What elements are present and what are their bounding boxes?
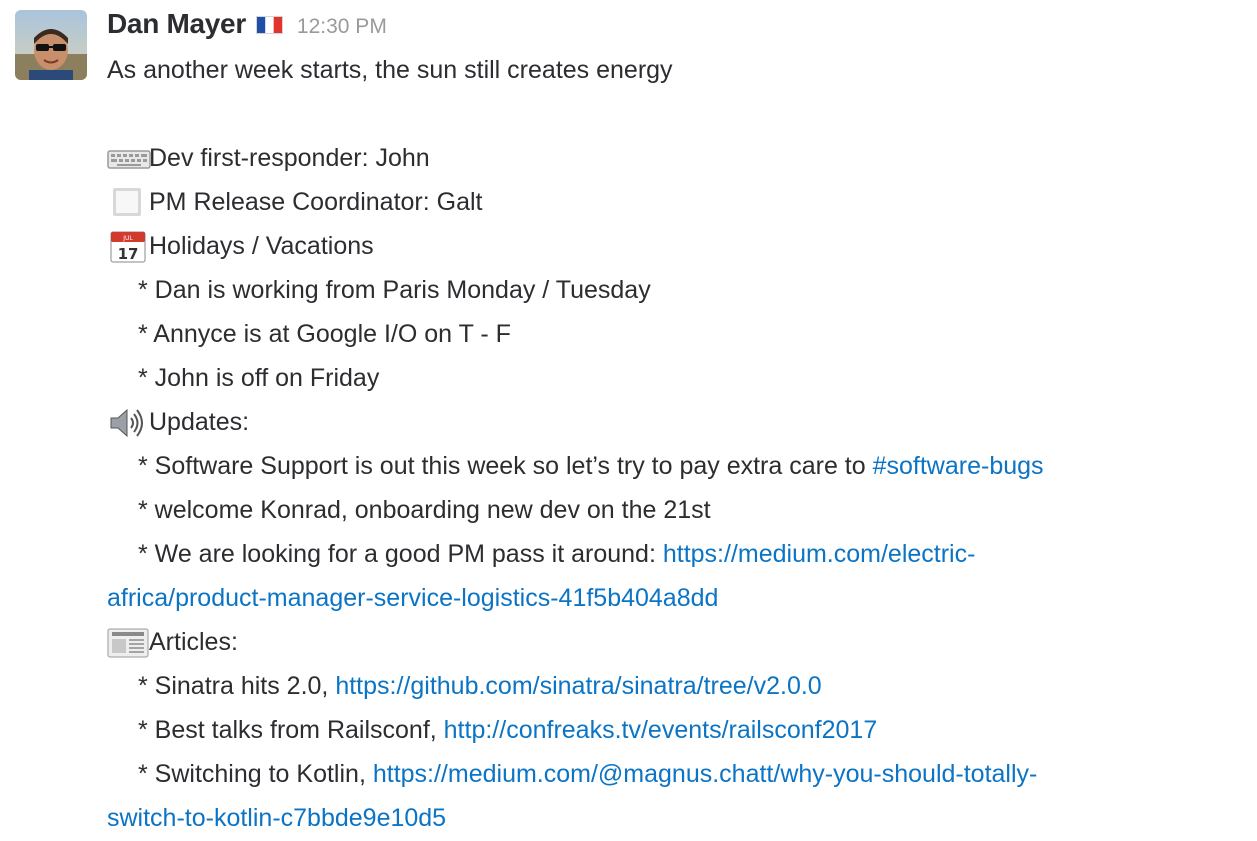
article-item-cont: switch-to-kotlin-c7bbde9e10d5 bbox=[107, 796, 1247, 840]
holiday-item: * Dan is working from Paris Monday / Tue… bbox=[107, 268, 1247, 312]
svg-text:17: 17 bbox=[118, 245, 139, 263]
calendar-icon: JUL 17 bbox=[107, 231, 149, 263]
white-square-icon bbox=[107, 187, 149, 217]
article-item: * Best talks from Railsconf, http://conf… bbox=[107, 708, 1247, 752]
holiday-item: * John is off on Friday bbox=[107, 356, 1247, 400]
timestamp[interactable]: 12:30 PM bbox=[297, 15, 387, 39]
holiday-item-text: * Annyce is at Google I/O on T - F bbox=[138, 320, 511, 348]
message-body: As another week starts, the sun still cr… bbox=[107, 48, 1247, 840]
flag-france-icon bbox=[255, 16, 283, 34]
kotlin-link-cont[interactable]: switch-to-kotlin-c7bbde9e10d5 bbox=[107, 796, 446, 840]
keyboard-icon bbox=[107, 143, 151, 173]
holidays-line: JUL 17 Holidays / Vacations bbox=[107, 224, 1247, 268]
kotlin-link[interactable]: https://medium.com/@magnus.chatt/why-you… bbox=[373, 752, 1038, 796]
railsconf-link[interactable]: http://confreaks.tv/events/railsconf2017 bbox=[444, 708, 878, 752]
pm-hiring-text: * We are looking for a good PM pass it a… bbox=[138, 540, 663, 568]
updates-line: Updates: bbox=[107, 400, 1247, 444]
article-text: * Switching to Kotlin, bbox=[138, 760, 373, 788]
holidays-text: Holidays / Vacations bbox=[149, 232, 374, 260]
sender-name[interactable]: Dan Mayer bbox=[107, 8, 246, 40]
intro-line: As another week starts, the sun still cr… bbox=[107, 48, 1247, 92]
pm-hiring-line-cont: africa/product-manager-service-logistics… bbox=[107, 576, 1247, 620]
article-text: * Sinatra hits 2.0, bbox=[138, 672, 336, 700]
article-item: * Sinatra hits 2.0, https://github.com/s… bbox=[107, 664, 1247, 708]
holiday-item: * Annyce is at Google I/O on T - F bbox=[107, 312, 1247, 356]
message: Dan Mayer 12:30 PM As another week start… bbox=[107, 8, 1247, 840]
sinatra-link[interactable]: https://github.com/sinatra/sinatra/tree/… bbox=[335, 664, 821, 708]
channel-link-software-bugs[interactable]: #software-bugs bbox=[873, 444, 1044, 488]
pm-coordinator-text: PM Release Coordinator: Galt bbox=[149, 188, 483, 216]
pm-article-link-cont[interactable]: africa/product-manager-service-logistics… bbox=[107, 576, 718, 620]
intro-text: As another week starts, the sun still cr… bbox=[107, 56, 673, 84]
pm-hiring-line: * We are looking for a good PM pass it a… bbox=[107, 532, 1247, 576]
articles-line: Articles: bbox=[107, 620, 1247, 664]
support-text: * Software Support is out this week so l… bbox=[138, 452, 873, 480]
holiday-item-text: * Dan is working from Paris Monday / Tue… bbox=[138, 276, 651, 304]
dev-responder-text: Dev first-responder: John bbox=[149, 144, 430, 172]
pm-article-link[interactable]: https://medium.com/electric- bbox=[663, 532, 976, 576]
newspaper-icon bbox=[107, 627, 149, 658]
article-text: * Best talks from Railsconf, bbox=[138, 716, 444, 744]
message-header: Dan Mayer 12:30 PM bbox=[107, 8, 1247, 48]
holiday-item-text: * John is off on Friday bbox=[138, 364, 380, 392]
updates-text: Updates: bbox=[149, 408, 250, 436]
welcome-text: * welcome Konrad, onboarding new dev on … bbox=[138, 496, 711, 524]
welcome-line: * welcome Konrad, onboarding new dev on … bbox=[107, 488, 1247, 532]
dev-responder-line: Dev first-responder: John bbox=[107, 136, 1247, 180]
support-line: * Software Support is out this week so l… bbox=[107, 444, 1247, 488]
avatar[interactable] bbox=[15, 10, 87, 80]
article-item: * Switching to Kotlin, https://medium.co… bbox=[107, 752, 1247, 796]
pm-coordinator-line: PM Release Coordinator: Galt bbox=[107, 180, 1247, 224]
svg-text:JUL: JUL bbox=[122, 235, 133, 242]
speaker-icon bbox=[107, 407, 149, 438]
articles-text: Articles: bbox=[149, 628, 238, 656]
